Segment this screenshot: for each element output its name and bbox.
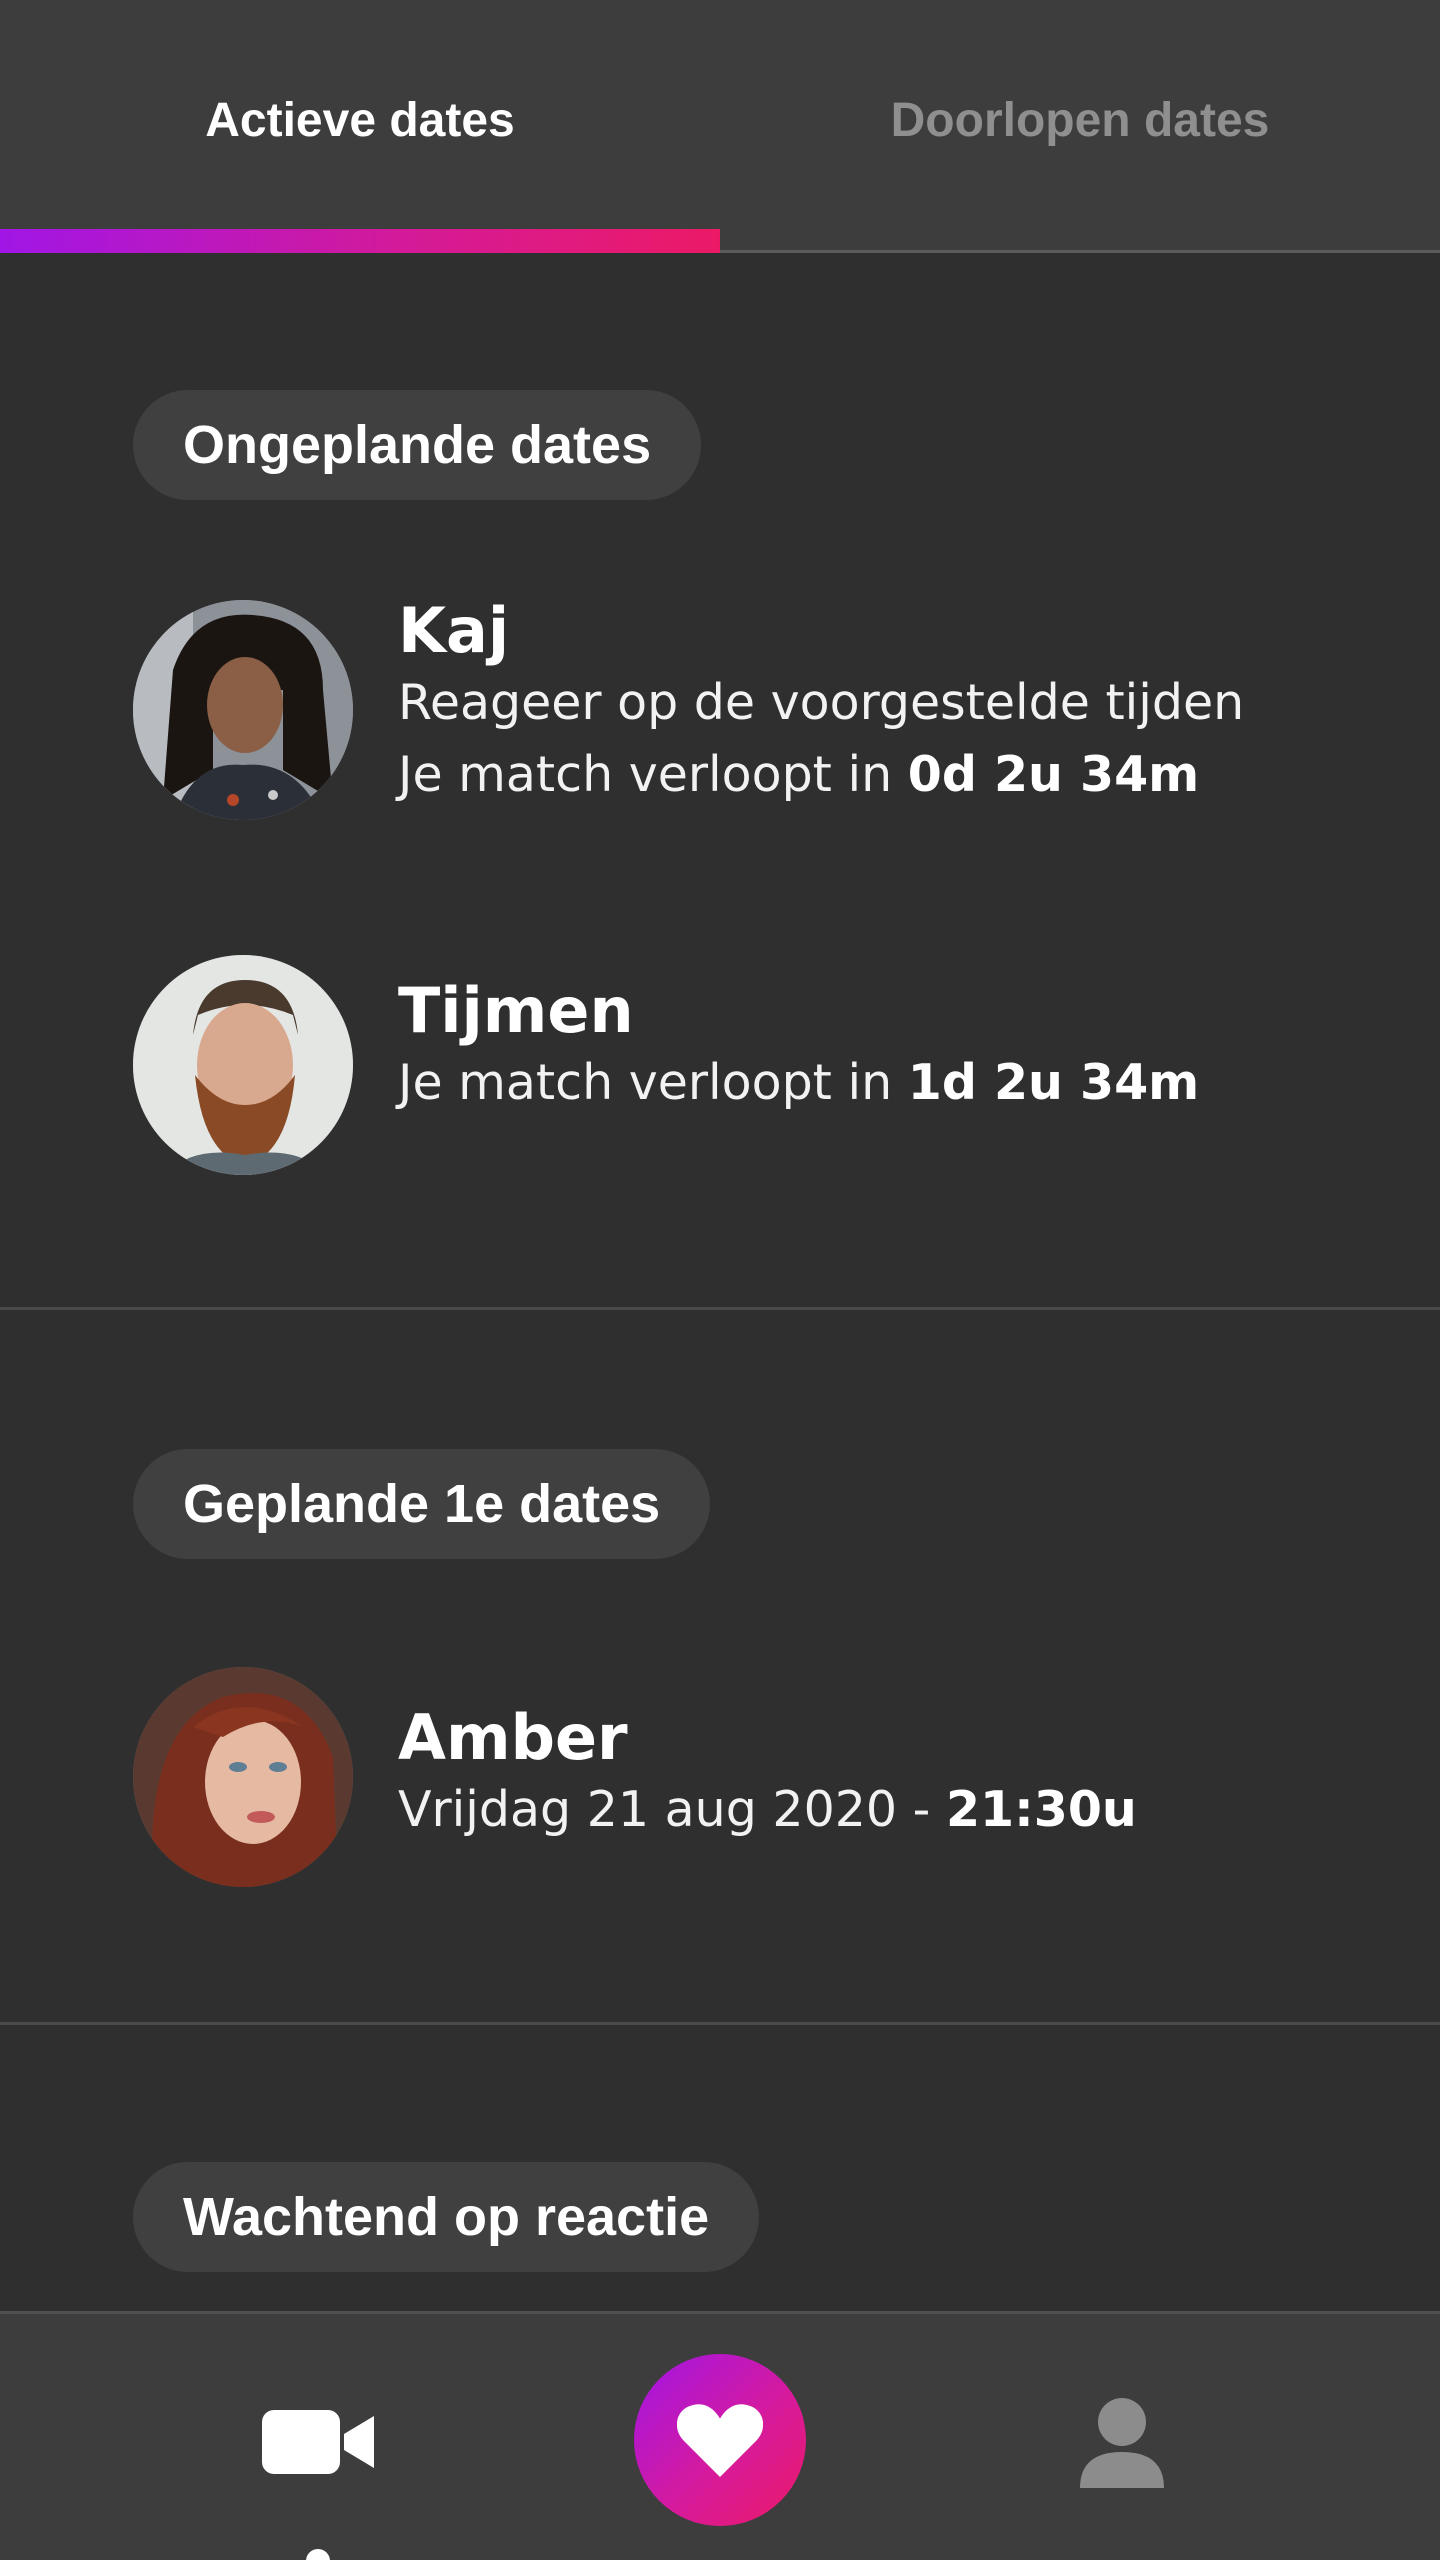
- tab-past-dates[interactable]: Doorlopen dates: [720, 0, 1440, 240]
- match-name: Amber: [398, 1701, 628, 1774]
- bottom-nav: [0, 2311, 1440, 2560]
- heart-icon: [677, 2404, 763, 2477]
- heart-nav-button[interactable]: [634, 2354, 806, 2526]
- profile-icon[interactable]: [1080, 2396, 1164, 2488]
- match-status: Reageer op de voorgestelde tijden: [398, 674, 1245, 731]
- section-label-unplanned: Ongeplande dates: [133, 390, 702, 500]
- match-expiry: Je match verloopt in 0d 2u 34m: [398, 739, 1244, 811]
- match-row-kaj[interactable]: Kaj Reageer op de voorgestelde tijden Je…: [133, 595, 1333, 820]
- match-info-kaj: Kaj Reageer op de voorgestelde tijden Je…: [398, 595, 1244, 811]
- match-row-amber[interactable]: Amber Vrijdag 21 aug 2020 - 21:30u: [133, 1667, 1333, 1887]
- match-expiry: Je match verloopt in 1d 2u 34m: [398, 1047, 1199, 1119]
- match-info-tijmen: Tijmen Je match verloopt in 1d 2u 34m: [398, 975, 1199, 1119]
- camera-icon[interactable]: [262, 2406, 374, 2478]
- date-text: Vrijdag 21 aug 2020 -: [398, 1781, 946, 1838]
- match-name: Kaj: [398, 594, 510, 667]
- match-date: Vrijdag 21 aug 2020 - 21:30u: [398, 1774, 1137, 1846]
- date-time: 21:30u: [945, 1781, 1137, 1838]
- match-name: Tijmen: [398, 974, 634, 1047]
- section-label-planned: Geplande 1e dates: [133, 1449, 711, 1559]
- avatar-kaj: [133, 600, 353, 820]
- expiry-value: 0d 2u 34m: [907, 746, 1200, 803]
- expiry-value: 1d 2u 34m: [907, 1054, 1200, 1111]
- active-indicator-dot: [306, 2549, 330, 2560]
- match-row-tijmen[interactable]: Tijmen Je match verloopt in 1d 2u 34m: [133, 955, 1333, 1175]
- expiry-prefix: Je match verloopt in: [398, 746, 908, 803]
- tab-active-indicator: [0, 229, 720, 253]
- section-label-waiting: Wachtend op reactie: [133, 2162, 760, 2272]
- dates-screen: Actieve dates Doorlopen dates Ongeplande…: [0, 0, 1440, 2560]
- expiry-prefix: Je match verloopt in: [398, 1054, 908, 1111]
- avatar-amber: [133, 1667, 353, 1887]
- avatar-tijmen: [133, 955, 353, 1175]
- section-divider: [0, 1307, 1440, 1310]
- tab-active-dates[interactable]: Actieve dates: [0, 0, 720, 240]
- match-info-amber: Amber Vrijdag 21 aug 2020 - 21:30u: [398, 1702, 1137, 1846]
- section-divider: [0, 2022, 1440, 2025]
- tab-bar: Actieve dates Doorlopen dates: [0, 0, 1440, 253]
